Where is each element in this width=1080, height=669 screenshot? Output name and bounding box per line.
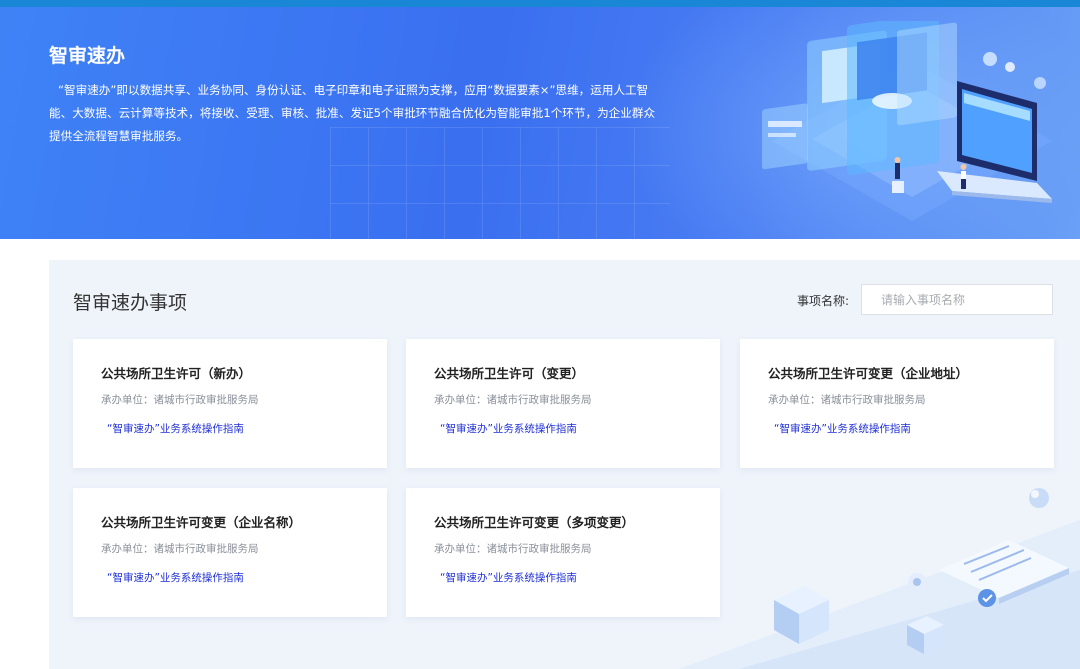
card-organizer: 承办单位：诸城市行政审批服务局 xyxy=(434,543,592,555)
matters-panel: 智审速办事项 事项名称: 公共场所卫生许可（新办） 承办单位：诸城市行政审批服务… xyxy=(49,260,1080,669)
matter-name-search-input[interactable] xyxy=(861,284,1053,315)
card-guide-link[interactable]: “智审速办”业务系统操作指南 xyxy=(107,570,244,585)
card-guide-link[interactable]: “智审速办”业务系统操作指南 xyxy=(440,570,577,585)
section-title: 智审速办事项 xyxy=(73,292,188,314)
hero-banner: 智审速办 “智审速办”即以数据共享、业务协同、身份认证、电子印章和电子证照为支撑… xyxy=(0,7,1080,239)
card-guide-link[interactable]: “智审速办”业务系统操作指南 xyxy=(107,421,244,436)
matter-card-change-address[interactable]: 公共场所卫生许可变更（企业地址） 承办单位：诸城市行政审批服务局 “智审速办”业… xyxy=(740,339,1054,468)
card-title: 公共场所卫生许可（变更） xyxy=(434,366,585,381)
search-label: 事项名称: xyxy=(797,294,850,308)
card-organizer: 承办单位：诸城市行政审批服务局 xyxy=(434,394,592,406)
matter-card-change-name[interactable]: 公共场所卫生许可变更（企业名称） 承办单位：诸城市行政审批服务局 “智审速办”业… xyxy=(73,488,387,617)
matter-card-change[interactable]: 公共场所卫生许可（变更） 承办单位：诸城市行政审批服务局 “智审速办”业务系统操… xyxy=(406,339,720,468)
card-title: 公共场所卫生许可（新办） xyxy=(101,366,252,381)
matter-card-new[interactable]: 公共场所卫生许可（新办） 承办单位：诸城市行政审批服务局 “智审速办”业务系统操… xyxy=(73,339,387,468)
card-organizer: 承办单位：诸城市行政审批服务局 xyxy=(768,394,926,406)
card-guide-link[interactable]: “智审速办”业务系统操作指南 xyxy=(774,421,911,436)
card-title: 公共场所卫生许可变更（多项变更） xyxy=(434,515,635,530)
card-title: 公共场所卫生许可变更（企业地址） xyxy=(768,366,969,381)
bottom-decoration-icon xyxy=(679,488,1080,669)
banner-description: “智审速办”即以数据共享、业务协同、身份认证、电子印章和电子证照为支撑，应用“数… xyxy=(49,83,656,143)
card-organizer: 承办单位：诸城市行政审批服务局 xyxy=(101,394,259,406)
matter-card-change-multiple[interactable]: 公共场所卫生许可变更（多项变更） 承办单位：诸城市行政审批服务局 “智审速办”业… xyxy=(406,488,720,617)
card-organizer: 承办单位：诸城市行政审批服务局 xyxy=(101,543,259,555)
banner-title: 智审速办 xyxy=(49,45,126,67)
card-title: 公共场所卫生许可变更（企业名称） xyxy=(101,515,302,530)
top-bar xyxy=(0,0,1080,7)
card-guide-link[interactable]: “智审速办”业务系统操作指南 xyxy=(440,421,577,436)
banner-illustration-icon xyxy=(762,21,1052,221)
